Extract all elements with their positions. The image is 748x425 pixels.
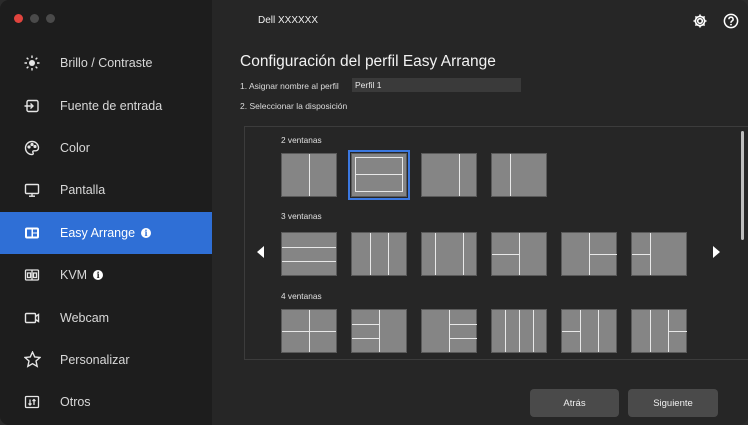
easy-arrange-icon <box>22 223 42 243</box>
sidebar-item-otros[interactable]: Otros <box>0 381 212 423</box>
sidebar-item-personalizar[interactable]: Personalizar <box>0 339 212 381</box>
layout-3-windows-5[interactable] <box>561 232 617 276</box>
sidebar-item-label: Color <box>60 140 90 155</box>
layout-2-windows-2[interactable] <box>348 150 410 200</box>
sidebar-item-label: Fuente de entrada <box>60 98 163 113</box>
sidebar-item-color[interactable]: Color <box>0 127 212 169</box>
input-source-icon <box>22 96 42 116</box>
layout-4-windows-5[interactable] <box>561 309 617 353</box>
close-window-button[interactable] <box>14 14 23 23</box>
layout-2-windows-3[interactable] <box>421 153 477 197</box>
zoom-window-button[interactable] <box>46 14 55 23</box>
star-icon <box>22 350 42 370</box>
group-title-3-windows: 3 ventanas <box>281 211 322 221</box>
sidebar-item-kvm[interactable]: KVM i <box>0 254 212 296</box>
sidebar-item-webcam[interactable]: Webcam <box>0 296 212 338</box>
layout-3-windows-6[interactable] <box>631 232 687 276</box>
sidebar-item-label: Webcam <box>60 310 110 325</box>
sun-icon <box>22 53 42 73</box>
page-title: Configuración del perfil Easy Arrange <box>240 53 496 70</box>
profile-name-input[interactable] <box>352 78 521 92</box>
sidebar-item-label: Personalizar <box>60 352 130 367</box>
sidebar-item-brillo[interactable]: Brillo / Contraste <box>0 42 212 84</box>
step2-label: 2. Seleccionar la disposición <box>240 101 348 111</box>
layout-4-windows-1[interactable] <box>281 309 337 353</box>
window-controls <box>14 14 55 23</box>
sidebar-item-label: Otros <box>60 395 91 410</box>
gear-icon[interactable] <box>692 13 708 29</box>
monitor-icon <box>22 180 42 200</box>
next-button[interactable]: Siguiente <box>628 389 718 417</box>
sidebar-item-label: KVM <box>60 268 88 283</box>
layout-3-windows-4[interactable] <box>491 232 547 276</box>
group-title-4-windows: 4 ventanas <box>281 291 322 301</box>
app-window: Brillo / Contraste Fuente de entrada Col… <box>0 0 748 425</box>
scroll-left-arrow[interactable] <box>257 246 264 258</box>
others-icon <box>22 392 42 412</box>
layout-4-windows-2[interactable] <box>351 309 407 353</box>
scroll-right-arrow[interactable] <box>713 246 720 258</box>
kvm-icon <box>22 265 42 285</box>
info-icon[interactable]: i <box>141 227 152 238</box>
sidebar: Brillo / Contraste Fuente de entrada Col… <box>0 0 212 425</box>
layout-4-windows-4[interactable] <box>491 309 547 353</box>
palette-icon <box>22 138 42 158</box>
main-content: Dell XXXXXX Configuración del perfil Eas… <box>212 0 748 425</box>
layout-3-windows-2[interactable] <box>351 232 407 276</box>
layout-3-windows-3[interactable] <box>421 232 477 276</box>
sidebar-item-label: Brillo / Contraste <box>60 56 153 71</box>
layout-selection-panel: 2 ventanas 3 ventanas 4 ventanas <box>244 126 748 360</box>
step1-label: 1. Asignar nombre al perfil <box>240 81 339 91</box>
back-button[interactable]: Atrás <box>530 389 619 417</box>
sidebar-item-fuente[interactable]: Fuente de entrada <box>0 84 212 126</box>
minimize-window-button[interactable] <box>30 14 39 23</box>
layout-4-windows-6[interactable] <box>631 309 687 353</box>
sidebar-item-label: Pantalla <box>60 183 106 198</box>
help-icon[interactable] <box>723 13 739 29</box>
sidebar-nav: Brillo / Contraste Fuente de entrada Col… <box>0 42 212 424</box>
sidebar-item-label: Easy Arrange <box>60 225 136 240</box>
layout-4-windows-3[interactable] <box>421 309 477 353</box>
sidebar-item-easy-arrange[interactable]: Easy Arrange i <box>0 211 212 254</box>
layout-2-windows-1[interactable] <box>281 153 337 197</box>
sidebar-item-pantalla[interactable]: Pantalla <box>0 169 212 211</box>
layout-2-windows-4[interactable] <box>491 153 547 197</box>
monitor-name: Dell XXXXXX <box>258 15 319 26</box>
vertical-scrollbar[interactable] <box>741 131 744 240</box>
webcam-icon <box>22 308 42 328</box>
layout-3-windows-1[interactable] <box>281 232 337 276</box>
group-title-2-windows: 2 ventanas <box>281 135 322 145</box>
info-icon[interactable]: i <box>93 270 104 281</box>
